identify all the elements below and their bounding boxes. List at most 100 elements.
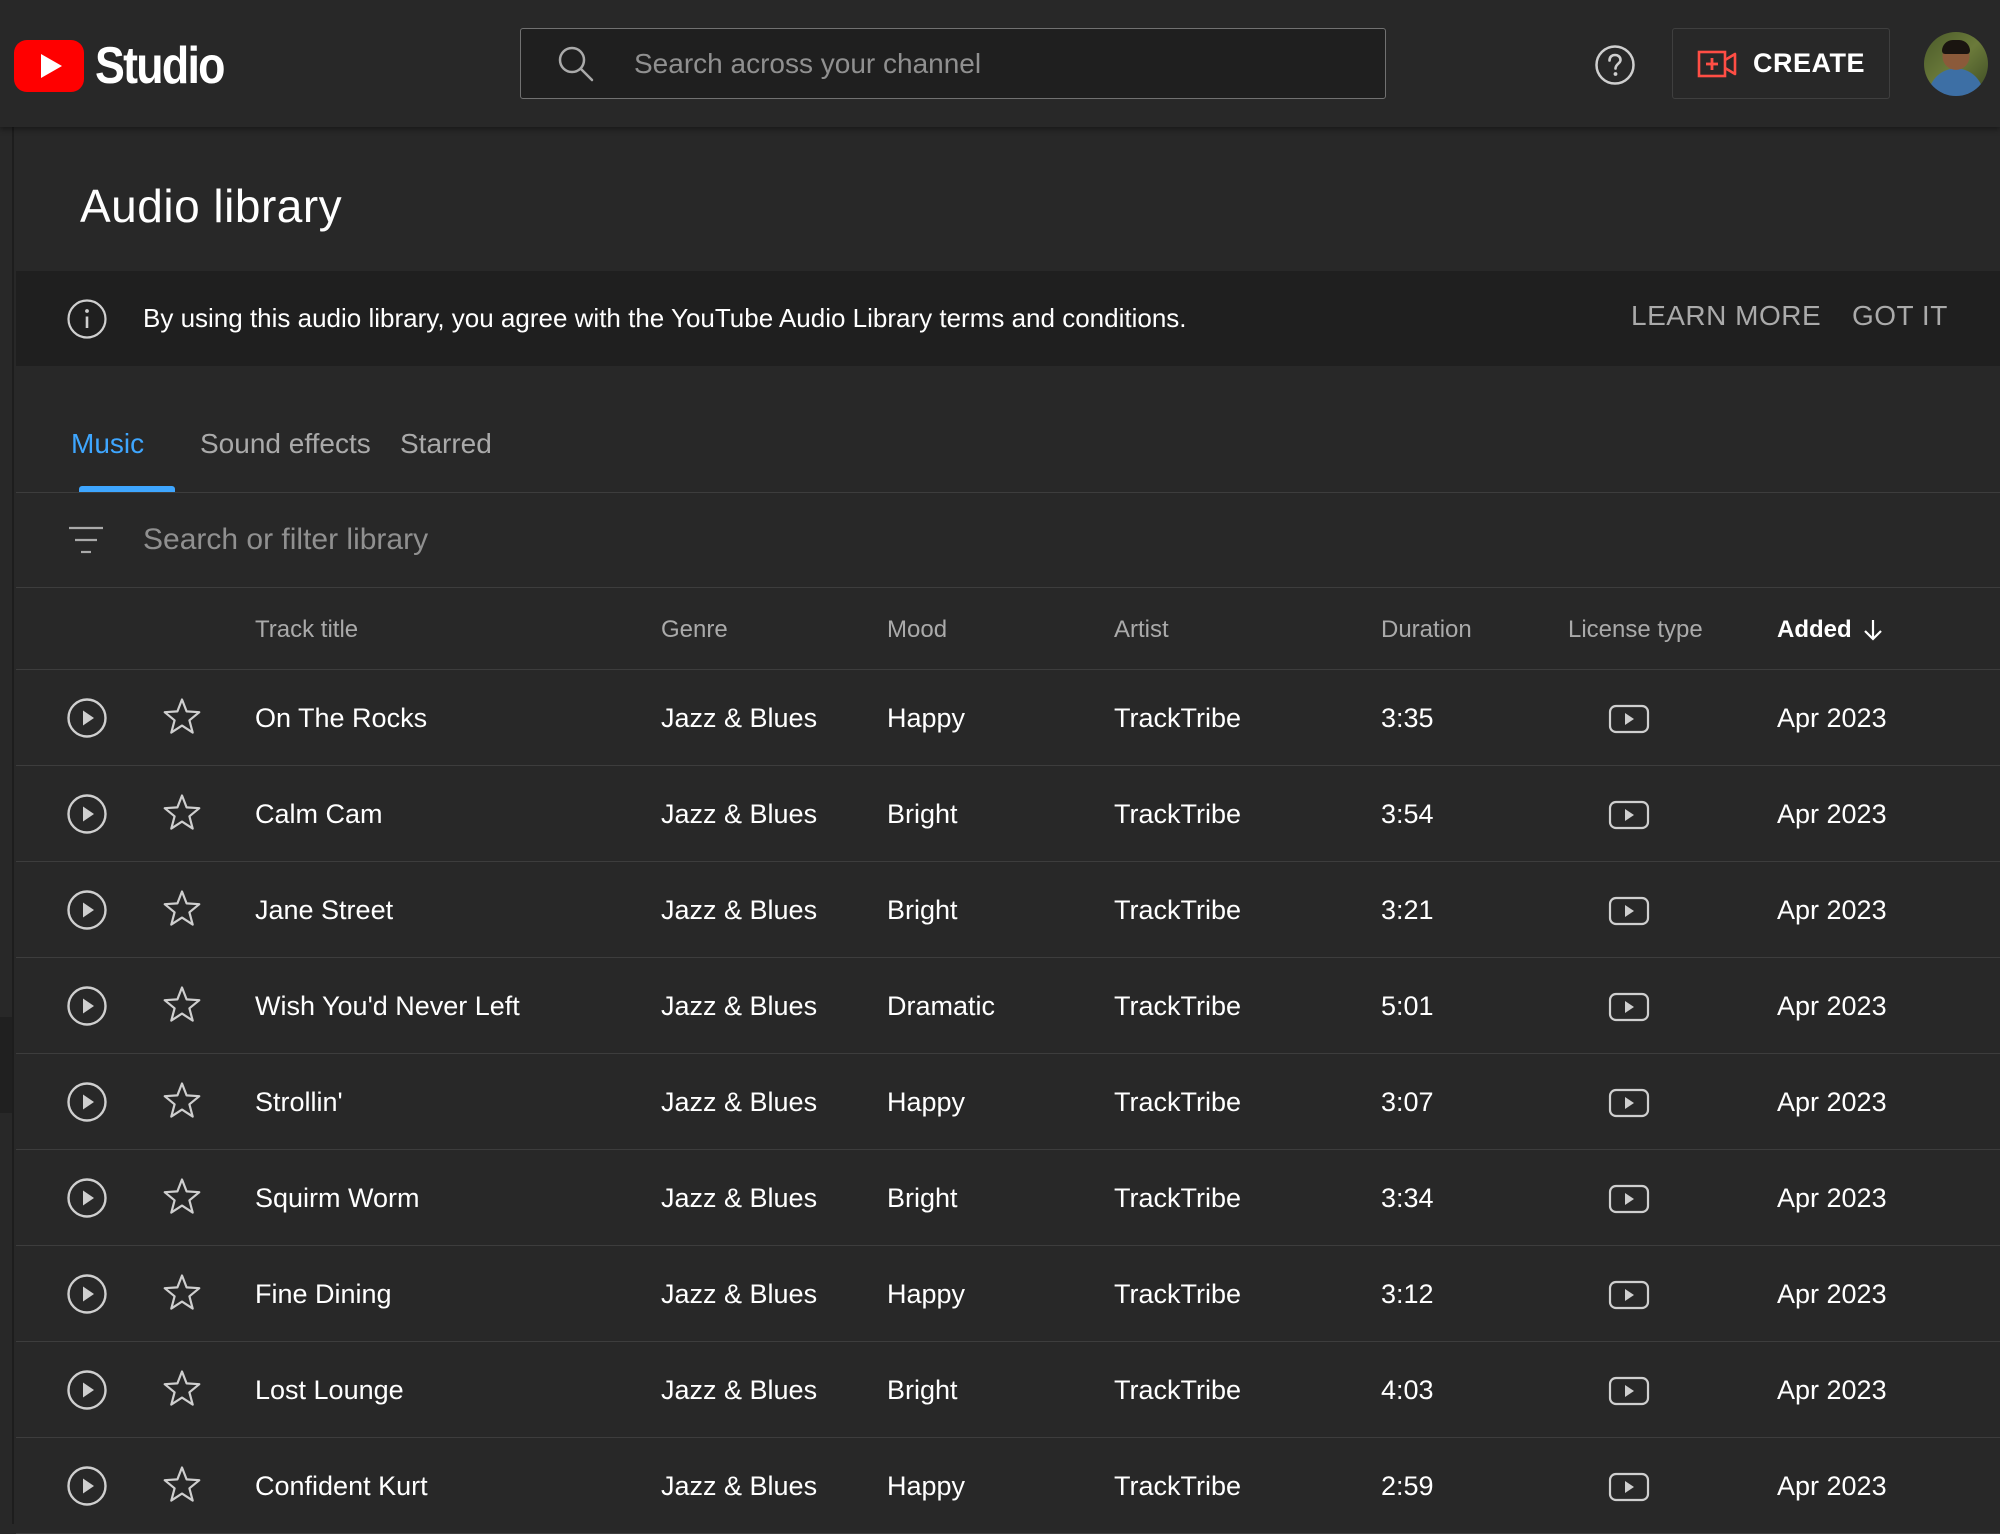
table-row[interactable]: Fine Dining Jazz & Blues Happy TrackTrib… bbox=[16, 1246, 2000, 1342]
youtube-license-icon bbox=[1608, 1472, 1650, 1507]
track-added-date: Apr 2023 bbox=[1777, 1471, 1887, 1501]
youtube-license-icon bbox=[1608, 896, 1650, 931]
track-added-date: Apr 2023 bbox=[1777, 1183, 1887, 1213]
track-artist: TrackTribe bbox=[1114, 1087, 1242, 1117]
learn-more-button[interactable]: LEARN MORE bbox=[1631, 300, 1821, 332]
library-filter-input[interactable] bbox=[143, 493, 1043, 587]
youtube-license-icon bbox=[1608, 1184, 1650, 1219]
table-row[interactable]: On The Rocks Jazz & Blues Happy TrackTri… bbox=[16, 670, 2000, 766]
track-duration: 5:01 bbox=[1381, 991, 1434, 1021]
tab-starred[interactable]: Starred bbox=[400, 428, 492, 460]
star-outline-icon[interactable] bbox=[161, 1176, 203, 1223]
search-icon[interactable] bbox=[557, 45, 595, 88]
play-circle-icon[interactable] bbox=[66, 985, 108, 1032]
table-row[interactable]: Confident Kurt Jazz & Blues Happy TrackT… bbox=[16, 1438, 2000, 1534]
track-duration: 2:59 bbox=[1381, 1471, 1434, 1501]
track-artist: TrackTribe bbox=[1114, 1471, 1242, 1501]
track-mood: Dramatic bbox=[887, 991, 996, 1021]
main-content: Audio library By using this audio librar… bbox=[16, 127, 2000, 1534]
track-added-date: Apr 2023 bbox=[1777, 1087, 1887, 1117]
help-icon[interactable] bbox=[1594, 44, 1636, 91]
track-title: On The Rocks bbox=[255, 703, 428, 733]
table-row[interactable]: Strollin' Jazz & Blues Happy TrackTribe … bbox=[16, 1054, 2000, 1150]
column-genre[interactable]: Genre bbox=[661, 616, 728, 644]
star-outline-icon[interactable] bbox=[161, 792, 203, 839]
sidebar-edge bbox=[0, 127, 14, 1524]
star-outline-icon[interactable] bbox=[161, 1080, 203, 1127]
filter-icon[interactable] bbox=[67, 523, 105, 562]
youtube-license-icon bbox=[1608, 1280, 1650, 1315]
table-row[interactable]: Squirm Worm Jazz & Blues Bright TrackTri… bbox=[16, 1150, 2000, 1246]
tab-sound-effects[interactable]: Sound effects bbox=[200, 428, 371, 460]
star-outline-icon[interactable] bbox=[161, 984, 203, 1031]
track-genre: Jazz & Blues bbox=[661, 1087, 818, 1117]
track-duration: 4:03 bbox=[1381, 1375, 1434, 1405]
top-app-bar: Studio CREATE bbox=[0, 0, 2000, 127]
play-circle-icon[interactable] bbox=[66, 793, 108, 840]
track-duration: 3:12 bbox=[1381, 1279, 1434, 1309]
track-duration: 3:35 bbox=[1381, 703, 1434, 733]
column-added[interactable]: Added bbox=[1777, 616, 1884, 644]
studio-logo[interactable]: Studio bbox=[14, 36, 245, 96]
play-circle-icon[interactable] bbox=[66, 1177, 108, 1224]
terms-text: By using this audio library, you agree w… bbox=[143, 303, 1187, 333]
youtube-license-icon bbox=[1608, 1376, 1650, 1411]
track-title: Jane Street bbox=[255, 895, 394, 925]
play-circle-icon[interactable] bbox=[66, 1273, 108, 1320]
page-title: Audio library bbox=[80, 180, 343, 232]
track-added-date: Apr 2023 bbox=[1777, 991, 1887, 1021]
track-artist: TrackTribe bbox=[1114, 895, 1242, 925]
star-outline-icon[interactable] bbox=[161, 1368, 203, 1415]
tab-music[interactable]: Music bbox=[71, 428, 144, 460]
column-track-title[interactable]: Track title bbox=[255, 616, 358, 644]
play-circle-icon[interactable] bbox=[66, 1369, 108, 1416]
got-it-button[interactable]: GOT IT bbox=[1852, 300, 1948, 332]
table-row[interactable]: Wish You'd Never Left Jazz & Blues Drama… bbox=[16, 958, 2000, 1054]
column-artist[interactable]: Artist bbox=[1114, 616, 1169, 644]
play-circle-icon[interactable] bbox=[66, 889, 108, 936]
track-genre: Jazz & Blues bbox=[661, 799, 818, 829]
track-mood: Happy bbox=[887, 703, 966, 733]
track-added-date: Apr 2023 bbox=[1777, 895, 1887, 925]
column-license-type[interactable]: License type bbox=[1568, 616, 1703, 644]
channel-search-box[interactable] bbox=[520, 28, 1386, 99]
star-outline-icon[interactable] bbox=[161, 1464, 203, 1511]
play-circle-icon[interactable] bbox=[66, 697, 108, 744]
track-title: Wish You'd Never Left bbox=[255, 991, 520, 1021]
star-outline-icon[interactable] bbox=[161, 888, 203, 935]
track-added-date: Apr 2023 bbox=[1777, 703, 1887, 733]
column-duration[interactable]: Duration bbox=[1381, 616, 1472, 644]
track-title: Fine Dining bbox=[255, 1279, 392, 1309]
track-artist: TrackTribe bbox=[1114, 703, 1242, 733]
track-artist: TrackTribe bbox=[1114, 991, 1242, 1021]
track-added-date: Apr 2023 bbox=[1777, 1279, 1887, 1309]
track-mood: Happy bbox=[887, 1471, 966, 1501]
youtube-logo-icon bbox=[14, 40, 84, 92]
track-duration: 3:07 bbox=[1381, 1087, 1434, 1117]
track-duration: 3:21 bbox=[1381, 895, 1434, 925]
youtube-license-icon bbox=[1608, 800, 1650, 835]
play-circle-icon[interactable] bbox=[66, 1081, 108, 1128]
star-outline-icon[interactable] bbox=[161, 696, 203, 743]
track-duration: 3:34 bbox=[1381, 1183, 1434, 1213]
play-circle-icon[interactable] bbox=[66, 1465, 108, 1512]
table-row[interactable]: Calm Cam Jazz & Blues Bright TrackTribe … bbox=[16, 766, 2000, 862]
table-row[interactable]: Jane Street Jazz & Blues Bright TrackTri… bbox=[16, 862, 2000, 958]
track-mood: Happy bbox=[887, 1087, 966, 1117]
track-genre: Jazz & Blues bbox=[661, 991, 818, 1021]
active-tab-indicator bbox=[79, 486, 175, 492]
library-tabs: Music Sound effects Starred bbox=[16, 366, 2000, 493]
track-genre: Jazz & Blues bbox=[661, 1375, 818, 1405]
account-avatar[interactable] bbox=[1924, 32, 1988, 96]
create-label: CREATE bbox=[1753, 48, 1866, 78]
star-outline-icon[interactable] bbox=[161, 1272, 203, 1319]
create-button[interactable]: CREATE bbox=[1672, 28, 1890, 99]
track-title: Strollin' bbox=[255, 1087, 343, 1117]
column-mood[interactable]: Mood bbox=[887, 616, 947, 644]
track-added-date: Apr 2023 bbox=[1777, 799, 1887, 829]
track-genre: Jazz & Blues bbox=[661, 895, 818, 925]
track-duration: 3:54 bbox=[1381, 799, 1434, 829]
channel-search-input[interactable] bbox=[634, 29, 1334, 98]
arrow-down-icon bbox=[1863, 620, 1882, 641]
table-row[interactable]: Lost Lounge Jazz & Blues Bright TrackTri… bbox=[16, 1342, 2000, 1438]
